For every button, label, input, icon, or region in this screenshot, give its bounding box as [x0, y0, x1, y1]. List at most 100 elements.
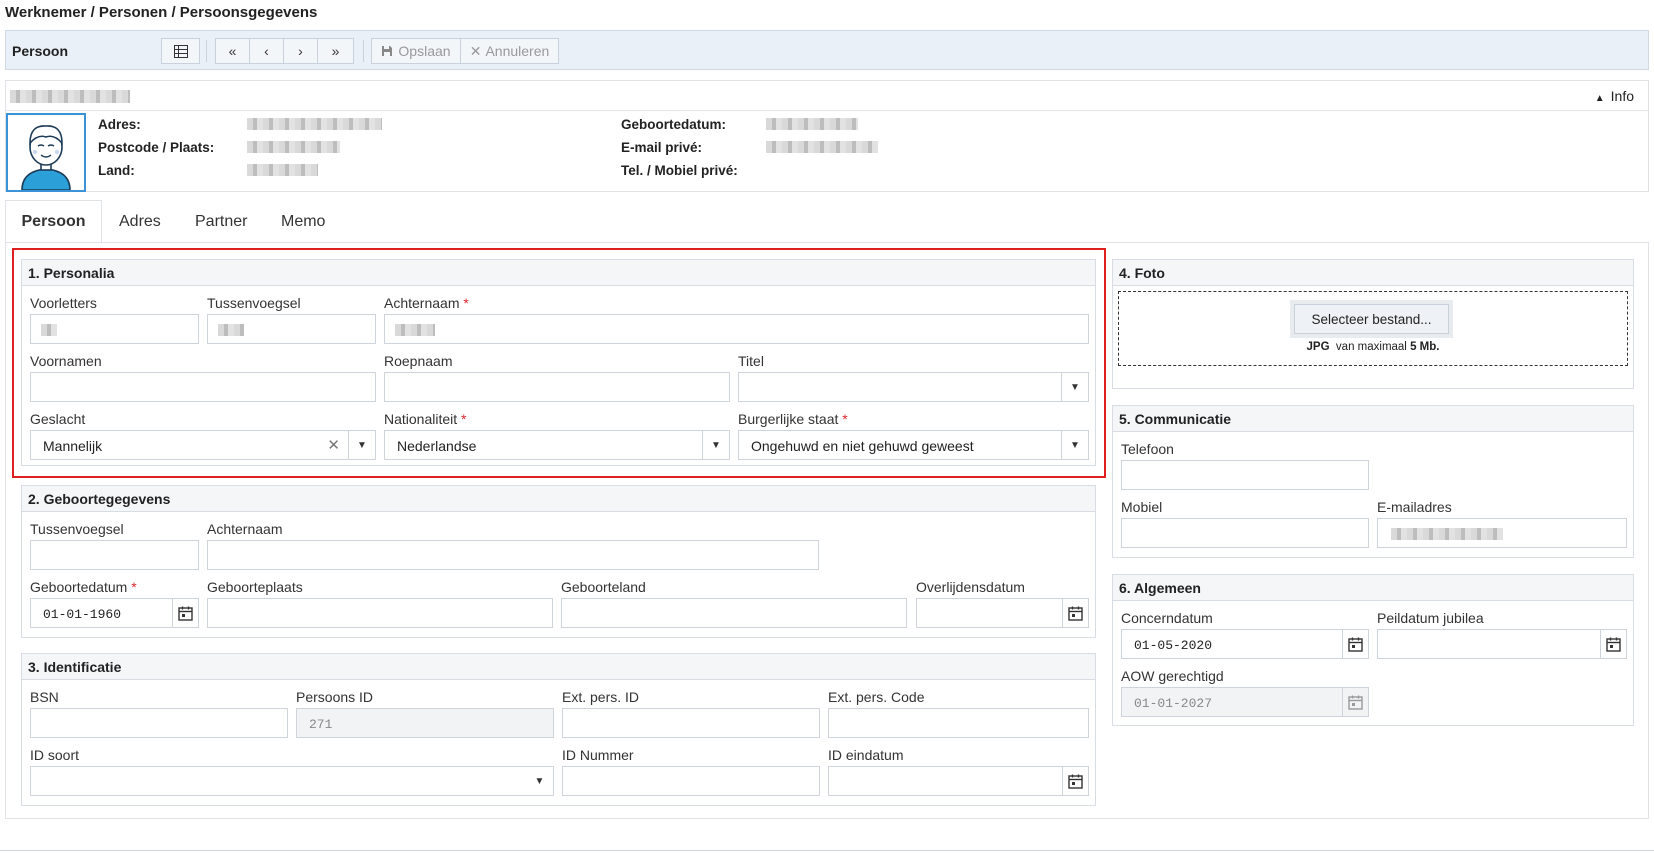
save-button[interactable]: Opslaan [371, 38, 461, 64]
upload-hint: JPG van maximaal 5 Mb. [1119, 341, 1627, 353]
birthdate-label: Geboortedatum: [621, 117, 727, 132]
redacted-country [247, 164, 318, 176]
toolbar-title: Persoon [12, 43, 69, 59]
info-label: Info [1610, 88, 1634, 104]
panel-title: 4. Foto [1113, 260, 1633, 286]
redacted-address [247, 118, 382, 130]
tab-partner[interactable]: Partner [179, 200, 263, 243]
avatar[interactable] [6, 113, 86, 192]
redacted-person-name [10, 90, 130, 103]
algemeen-panel: 6. Algemeen Concerndatum 01-05-2020 Peil… [1112, 574, 1634, 726]
email-label: E-mailadres [1377, 499, 1452, 515]
breadcrumb: Werknemer / Personen / Persoonsgegevens [5, 4, 318, 21]
geboorte-achternaam-label: Achternaam [207, 521, 283, 537]
panel-title: 5. Communicatie [1113, 406, 1633, 432]
geboorte-tussenvoegsel-input[interactable] [30, 540, 199, 570]
person-avatar-icon [21, 125, 71, 191]
panel-title: 3. Identificatie [22, 654, 1095, 680]
last-record-button[interactable]: » [317, 38, 354, 64]
save-icon [382, 46, 393, 56]
phone-private-label: Tel. / Mobiel privé: [621, 163, 738, 178]
id-soort-label: ID soort [30, 747, 80, 763]
tab-bar: Persoon Adres Partner Memo [5, 200, 1649, 243]
required-marker: * [131, 579, 137, 595]
aow-label: AOW gerechtigd [1121, 668, 1224, 684]
hint-size: 5 Mb. [1410, 341, 1440, 353]
aow-value: 01-01-2027 [1134, 696, 1213, 711]
geboorteplaats-label: Geboorteplaats [207, 579, 303, 595]
country-label: Land: [98, 163, 135, 178]
first-record-button[interactable]: « [215, 38, 250, 64]
geboortedatum-input[interactable]: 01-01-1960 [30, 598, 199, 628]
persoons-id-input[interactable]: 271 [296, 708, 554, 738]
geboortegegevens-panel: 2. Geboortegegevens Tussenvoegsel Achter… [21, 485, 1096, 638]
tab-memo[interactable]: Memo [265, 200, 341, 243]
calendar-icon[interactable] [1342, 688, 1368, 716]
selection-highlight [12, 248, 1106, 478]
id-eindatum-label: ID eindatum [828, 747, 904, 763]
select-file-button[interactable]: Selecteer bestand... [1290, 300, 1453, 338]
calendar-icon[interactable] [1342, 630, 1368, 658]
geboorteplaats-input[interactable] [207, 598, 553, 628]
cancel-button[interactable]: ✕ Annuleren [460, 38, 559, 64]
ext-pers-code-label: Ext. pers. Code [828, 689, 925, 705]
telefoon-input[interactable] [1121, 460, 1369, 490]
overlijdensdatum-label: Overlijdensdatum [916, 579, 1025, 595]
address-label: Adres: [98, 117, 141, 132]
identificatie-panel: 3. Identificatie BSN Persoons ID 271 Ext… [21, 653, 1096, 806]
toolbar-separator [363, 40, 364, 62]
last-icon: » [331, 43, 340, 59]
geboorteland-label: Geboorteland [561, 579, 646, 595]
foto-panel: 4. Foto Selecteer bestand... JPG van max… [1112, 259, 1634, 389]
toolbar-separator [206, 40, 207, 62]
overlijdensdatum-input[interactable] [916, 598, 1089, 628]
email-input[interactable] [1377, 518, 1627, 548]
geboorte-achternaam-input[interactable] [207, 540, 819, 570]
email-private-label: E-mail privé: [621, 140, 703, 155]
upload-dropzone[interactable]: Selecteer bestand... JPG van maximaal 5 … [1118, 291, 1628, 366]
aow-input[interactable]: 01-01-2027 [1121, 687, 1369, 717]
ext-pers-code-input[interactable] [828, 708, 1089, 738]
concerndatum-value: 01-05-2020 [1134, 638, 1213, 653]
list-view-button[interactable] [161, 38, 200, 64]
save-label: Opslaan [398, 43, 451, 59]
page-bottom-divider [0, 850, 1654, 851]
calendar-icon[interactable] [1062, 599, 1088, 627]
bsn-input[interactable] [30, 708, 288, 738]
ext-pers-id-input[interactable] [562, 708, 820, 738]
calendar-icon[interactable] [172, 599, 198, 627]
peildatum-input[interactable] [1377, 629, 1627, 659]
persoons-id-value: 271 [309, 717, 333, 732]
info-toggle[interactable]: ▲ Info [1595, 88, 1634, 104]
concerndatum-input[interactable]: 01-05-2020 [1121, 629, 1369, 659]
table-icon [173, 44, 188, 58]
telefoon-label: Telefoon [1121, 441, 1174, 457]
panel-title: 2. Geboortegegevens [22, 486, 1095, 512]
next-icon: › [298, 43, 303, 59]
bsn-label: BSN [30, 689, 59, 705]
tab-persoon[interactable]: Persoon [5, 200, 102, 243]
prev-icon: ‹ [264, 43, 269, 59]
tab-adres[interactable]: Adres [103, 200, 177, 243]
persoons-id-label: Persoons ID [296, 689, 374, 705]
mobiel-label: Mobiel [1121, 499, 1163, 515]
toolbar: Persoon « ‹ › » Opslaan ✕ Annuleren [5, 30, 1649, 70]
calendar-icon[interactable] [1600, 630, 1626, 658]
concerndatum-label: Concerndatum [1121, 610, 1213, 626]
redacted-value [1391, 528, 1503, 540]
id-nummer-label: ID Nummer [562, 747, 634, 763]
cancel-label: Annuleren [485, 43, 550, 59]
person-header: ▲ Info Adres: Postcode / Plaats: Land: Ge… [5, 80, 1649, 192]
id-eindatum-input[interactable] [828, 766, 1089, 796]
id-soort-select[interactable]: ▼ [30, 766, 554, 796]
geboorteland-input[interactable] [561, 598, 907, 628]
calendar-icon[interactable] [1062, 767, 1088, 795]
previous-record-button[interactable]: ‹ [249, 38, 284, 64]
peildatum-label: Peildatum jubilea [1377, 610, 1484, 626]
postcode-city-label: Postcode / Plaats: [98, 140, 215, 155]
dropdown-arrow-icon[interactable]: ▼ [526, 767, 553, 795]
mobiel-input[interactable] [1121, 518, 1369, 548]
id-nummer-input[interactable] [562, 766, 820, 796]
next-record-button[interactable]: › [283, 38, 318, 64]
first-icon: « [228, 43, 237, 59]
